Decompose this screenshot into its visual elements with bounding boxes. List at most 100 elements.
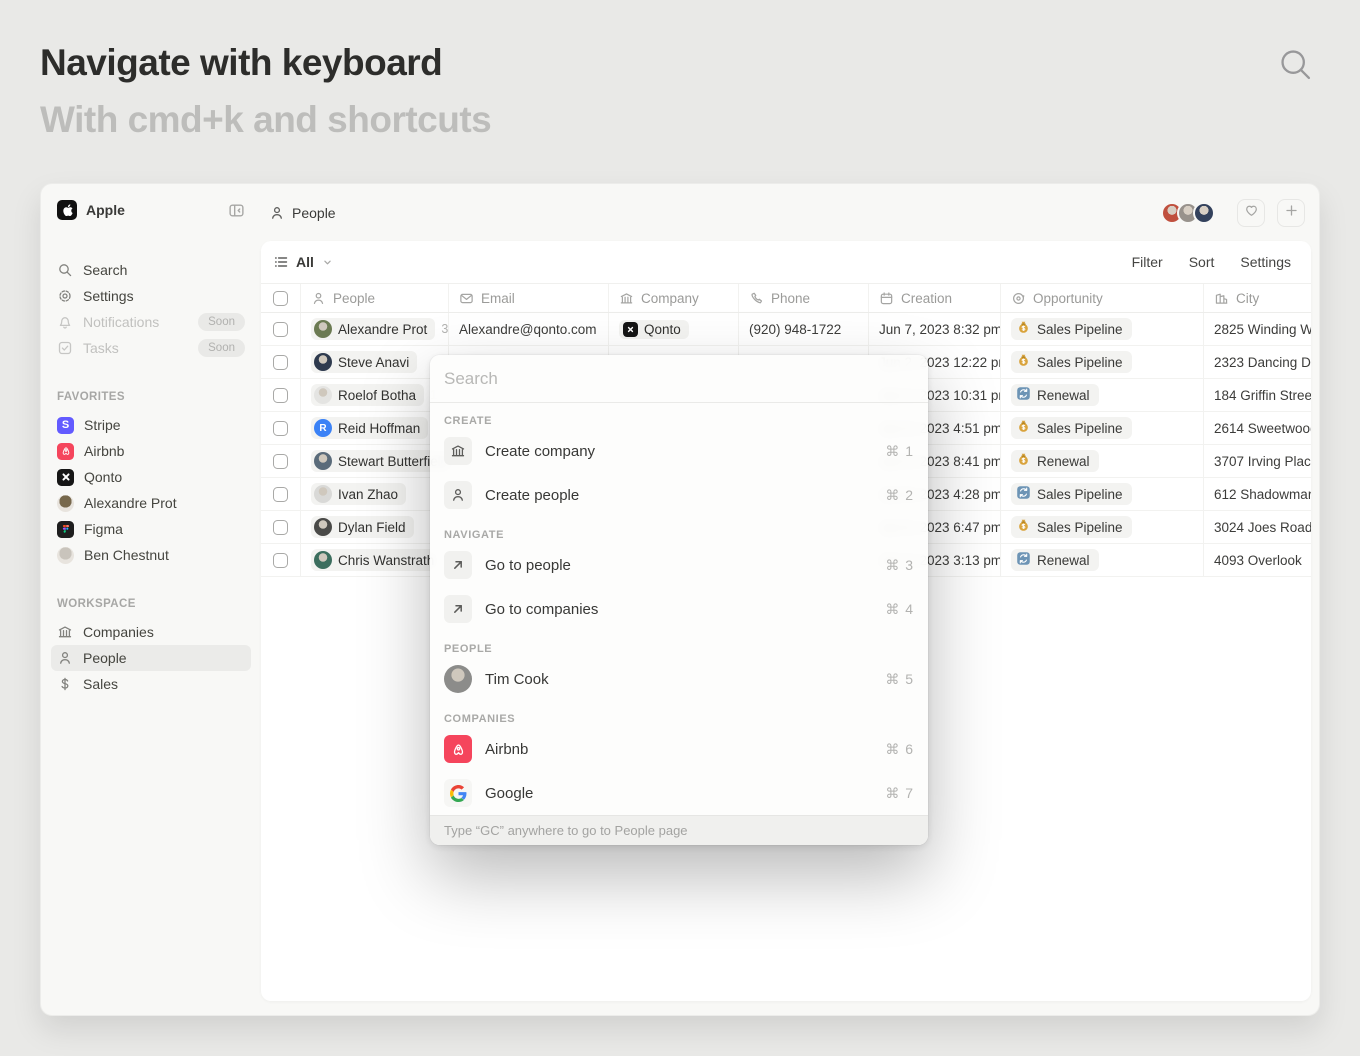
avatar xyxy=(57,495,74,512)
cell-city[interactable]: 4093 Overlook xyxy=(1204,544,1311,576)
cell-people[interactable]: Alexandre Prot3 xyxy=(301,313,449,345)
settings-button[interactable]: Settings xyxy=(1240,254,1291,270)
sidebar-item-people[interactable]: People xyxy=(51,645,251,671)
column-header-city[interactable]: City xyxy=(1204,284,1311,312)
palette-item-airbnb[interactable]: Airbnb⌘ 6 xyxy=(430,727,928,771)
favorite-item-airbnb[interactable]: Airbnb xyxy=(51,438,251,464)
cell-people[interactable]: Steve Anavi xyxy=(301,346,449,378)
money-bag-icon xyxy=(1016,452,1031,470)
row-checkbox[interactable] xyxy=(273,454,288,469)
palette-item-shortcut: ⌘ 6 xyxy=(885,741,914,758)
cell-city[interactable]: 2323 Dancing Dove xyxy=(1204,346,1311,378)
cell-city[interactable]: 612 Shadowmar xyxy=(1204,478,1311,510)
sidebar-item-label: Sales xyxy=(83,676,245,692)
palette-item-create-people[interactable]: Create people⌘ 2 xyxy=(430,473,928,517)
favorite-button[interactable] xyxy=(1237,199,1265,227)
cell-people[interactable]: Ivan Zhao xyxy=(301,478,449,510)
calendar-icon xyxy=(879,291,894,306)
row-checkbox[interactable] xyxy=(273,421,288,436)
palette-item-go-to-people[interactable]: Go to people⌘ 3 xyxy=(430,543,928,587)
row-checkbox[interactable] xyxy=(273,520,288,535)
row-checkbox[interactable] xyxy=(273,487,288,502)
column-header-company[interactable]: Company xyxy=(609,284,739,312)
page-title: Navigate with keyboard xyxy=(40,42,442,84)
view-selector[interactable]: All xyxy=(273,254,334,270)
palette-search-input[interactable] xyxy=(444,369,914,389)
sidebar-item-search[interactable]: Search xyxy=(51,257,251,283)
cell-creation[interactable]: Jun 7, 2023 8:32 pm xyxy=(869,313,1001,345)
sidebar-item-companies[interactable]: Companies xyxy=(51,619,251,645)
favorites-section-label: FAVORITES xyxy=(41,391,261,403)
cell-opportunity[interactable]: Sales Pipeline xyxy=(1001,478,1204,510)
palette-item-go-to-companies[interactable]: Go to companies⌘ 4 xyxy=(430,587,928,631)
cell-city[interactable]: 3707 Irving Place xyxy=(1204,445,1311,477)
person-pill: Stewart Butterfield xyxy=(311,450,438,472)
google-logo xyxy=(444,779,472,807)
person-icon xyxy=(269,205,285,221)
cell-opportunity[interactable]: Renewal xyxy=(1001,379,1204,411)
cell-city[interactable]: 2614 Sweetwood xyxy=(1204,412,1311,444)
column-header-email[interactable]: Email xyxy=(449,284,609,312)
column-header-creation[interactable]: Creation xyxy=(869,284,1001,312)
cell-city[interactable]: 184 Griffin Street xyxy=(1204,379,1311,411)
cell-people[interactable]: Stewart Butterfield xyxy=(301,445,449,477)
row-checkbox[interactable] xyxy=(273,388,288,403)
cell-people[interactable]: RReid Hoffman xyxy=(301,412,449,444)
cell-people[interactable]: Chris Wanstrath xyxy=(301,544,449,576)
favorite-item-stripe[interactable]: SStripe xyxy=(51,412,251,438)
column-label: Opportunity xyxy=(1033,291,1103,306)
renewal-icon xyxy=(1016,485,1031,503)
row-checkbox[interactable] xyxy=(273,553,288,568)
add-button[interactable] xyxy=(1277,199,1305,227)
select-all-checkbox[interactable] xyxy=(273,291,288,306)
filter-button[interactable]: Filter xyxy=(1132,254,1163,270)
target-icon xyxy=(1011,291,1026,306)
column-label: Creation xyxy=(901,291,952,306)
cell-phone[interactable]: (920) 948-1722 xyxy=(739,313,869,345)
column-header-phone[interactable]: Phone xyxy=(739,284,869,312)
cell-opportunity[interactable]: Renewal xyxy=(1001,445,1204,477)
row-checkbox[interactable] xyxy=(273,355,288,370)
qonto-logo xyxy=(57,469,74,486)
search-icon[interactable] xyxy=(1277,46,1314,83)
workspace-switcher[interactable]: Apple xyxy=(41,184,261,220)
person-name: Roelof Botha xyxy=(338,388,416,403)
cell-people[interactable]: Dylan Field xyxy=(301,511,449,543)
cell-opportunity[interactable]: Sales Pipeline xyxy=(1001,313,1204,345)
favorite-item-alexandre-prot[interactable]: Alexandre Prot xyxy=(51,490,251,516)
cell-opportunity[interactable]: Renewal xyxy=(1001,544,1204,576)
cell-opportunity[interactable]: Sales Pipeline xyxy=(1001,511,1204,543)
sidebar-item-label: Settings xyxy=(83,288,245,304)
cell-opportunity[interactable]: Sales Pipeline xyxy=(1001,412,1204,444)
person-name: Steve Anavi xyxy=(338,355,409,370)
cell-email[interactable]: Alexandre@qonto.com xyxy=(449,313,609,345)
company-icon xyxy=(619,291,634,306)
cell-city[interactable]: 3024 Joes Road xyxy=(1204,511,1311,543)
sidebar-collapse-icon[interactable] xyxy=(228,202,245,219)
column-label: Company xyxy=(641,291,699,306)
cell-people[interactable]: Roelof Botha1 xyxy=(301,379,449,411)
stripe-logo: S xyxy=(57,417,74,434)
cell-company[interactable]: Qonto xyxy=(609,313,739,345)
favorite-item-qonto[interactable]: Qonto xyxy=(51,464,251,490)
column-header-opportunity[interactable]: Opportunity xyxy=(1001,284,1204,312)
cell-opportunity[interactable]: Sales Pipeline xyxy=(1001,346,1204,378)
palette-item-tim-cook[interactable]: Tim Cook⌘ 5 xyxy=(430,657,928,701)
sidebar-item-sales[interactable]: Sales xyxy=(51,671,251,697)
opportunity-pill: Sales Pipeline xyxy=(1011,318,1132,340)
cell-city[interactable]: 2825 Winding Way xyxy=(1204,313,1311,345)
favorite-item-ben-chestnut[interactable]: Ben Chestnut xyxy=(51,542,251,568)
favorite-item-figma[interactable]: Figma xyxy=(51,516,251,542)
page-breadcrumb: People xyxy=(292,205,336,221)
palette-item-create-company[interactable]: Create company⌘ 1 xyxy=(430,429,928,473)
sort-button[interactable]: Sort xyxy=(1189,254,1215,270)
sidebar-item-settings[interactable]: Settings xyxy=(51,283,251,309)
select-all-checkbox-cell xyxy=(261,284,301,312)
column-header-people[interactable]: People xyxy=(301,284,449,312)
plus-icon xyxy=(1284,203,1299,223)
palette-item-shortcut: ⌘ 1 xyxy=(885,443,914,460)
workspace-name: Apple xyxy=(86,202,219,218)
opportunity-pill: Sales Pipeline xyxy=(1011,417,1132,439)
palette-item-google[interactable]: Google⌘ 7 xyxy=(430,771,928,815)
row-checkbox[interactable] xyxy=(273,322,288,337)
